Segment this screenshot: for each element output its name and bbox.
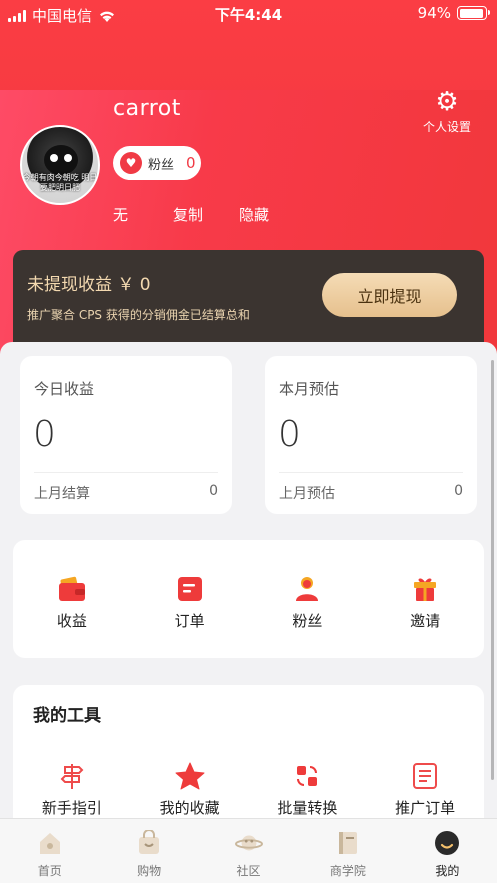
heart-icon: ♥ bbox=[120, 152, 142, 174]
quick-menu-card: 收益 订单 粉丝 邀请 bbox=[13, 540, 484, 658]
stat-foot-value: 0 bbox=[454, 483, 463, 499]
withdraw-button[interactable]: 立即提现 bbox=[322, 273, 457, 317]
order-icon bbox=[175, 574, 205, 604]
tool-label: 推广订单 bbox=[395, 799, 456, 817]
scrollbar[interactable] bbox=[491, 360, 494, 780]
stat-foot-label: 上月预估 bbox=[279, 486, 335, 502]
main-content: 今日收益 0 上月结算 0 本月预估 0 上月预估 0 收益 订单 粉丝 邀请 … bbox=[0, 342, 497, 845]
settings-label: 个人设置 bbox=[422, 120, 471, 134]
tab-label: 我的 bbox=[435, 864, 460, 878]
shopping-bag-icon bbox=[135, 829, 163, 857]
stat-foot-label: 上月结算 bbox=[34, 486, 90, 502]
divider bbox=[34, 472, 218, 473]
stat-value: 0 bbox=[33, 414, 56, 455]
tab-academy[interactable]: 商学院 bbox=[298, 819, 397, 883]
tool-label: 新手指引 bbox=[41, 799, 102, 817]
battery-percent: 94% bbox=[417, 4, 451, 22]
tab-home[interactable]: 首页 bbox=[0, 819, 99, 883]
earnings-description: 推广聚合 CPS 获得的分销佣金已结算总和 bbox=[27, 308, 250, 322]
tab-shopping[interactable]: 购物 bbox=[99, 819, 198, 883]
copy-button[interactable]: 复制 bbox=[173, 204, 203, 225]
tool-guide[interactable]: 新手指引 bbox=[13, 761, 131, 818]
book-icon bbox=[334, 829, 362, 857]
fans-badge[interactable]: ♥ 粉丝 0 bbox=[113, 146, 201, 180]
username: carrot bbox=[113, 96, 181, 121]
tab-label: 首页 bbox=[37, 864, 62, 878]
tab-community[interactable]: 社区 bbox=[199, 819, 298, 883]
wallet-icon bbox=[57, 574, 87, 604]
gear-icon: ⚙ bbox=[435, 87, 459, 117]
battery-icon bbox=[457, 6, 490, 20]
stat-label: 本月预估 bbox=[279, 380, 340, 398]
gift-icon bbox=[410, 574, 440, 604]
fans-label: 粉丝 bbox=[148, 157, 175, 173]
menu-item-earnings[interactable]: 收益 bbox=[13, 574, 131, 631]
tool-favorites[interactable]: 我的收藏 bbox=[131, 761, 249, 818]
stat-value: 0 bbox=[278, 414, 301, 455]
earnings-banner: 未提现收益 ￥ 0 推广聚合 CPS 获得的分销佣金已结算总和 立即提现 bbox=[13, 250, 484, 350]
stat-label: 今日收益 bbox=[34, 380, 95, 398]
tab-label: 商学院 bbox=[329, 864, 366, 878]
signpost-icon bbox=[57, 761, 87, 791]
hide-button[interactable]: 隐藏 bbox=[239, 204, 269, 225]
status-bar: 中国电信 下午4:44 94% bbox=[0, 0, 497, 30]
document-icon bbox=[410, 761, 440, 791]
settings-button[interactable]: ⚙ 个人设置 bbox=[419, 88, 475, 135]
menu-item-label: 订单 bbox=[174, 612, 205, 630]
fans-icon bbox=[292, 574, 322, 604]
menu-item-label: 粉丝 bbox=[292, 612, 323, 630]
divider bbox=[279, 472, 463, 473]
avatar[interactable]: 今朝有肉今朝吃 明日要肥明日肥 bbox=[20, 125, 100, 205]
star-icon bbox=[175, 761, 205, 791]
tool-label: 批量转换 bbox=[277, 799, 338, 817]
month-estimate-card[interactable]: 本月预估 0 上月预估 0 bbox=[265, 356, 477, 514]
tools-title: 我的工具 bbox=[33, 706, 101, 726]
menu-item-invite[interactable]: 邀请 bbox=[366, 574, 484, 631]
profile-icon bbox=[433, 829, 461, 857]
tool-promo-orders[interactable]: 推广订单 bbox=[366, 761, 484, 818]
unwithdrawn-earnings: 未提现收益 ￥ 0 bbox=[27, 275, 151, 295]
bottom-tab-bar: 首页 购物 社区 商学院 我的 bbox=[0, 818, 497, 883]
tab-label: 社区 bbox=[236, 864, 261, 878]
avatar-caption: 今朝有肉今朝吃 明日要肥明日肥 bbox=[22, 173, 98, 192]
tab-mine[interactable]: 我的 bbox=[398, 819, 497, 883]
tab-label: 购物 bbox=[137, 864, 162, 878]
tool-batch-convert[interactable]: 批量转换 bbox=[249, 761, 367, 818]
menu-item-orders[interactable]: 订单 bbox=[131, 574, 249, 631]
invite-code-text: 无 bbox=[113, 206, 129, 224]
menu-item-label: 邀请 bbox=[410, 612, 441, 630]
menu-item-label: 收益 bbox=[56, 612, 87, 630]
planet-icon bbox=[234, 829, 263, 857]
home-icon bbox=[36, 829, 64, 857]
today-earnings-card[interactable]: 今日收益 0 上月结算 0 bbox=[20, 356, 232, 514]
tool-label: 我的收藏 bbox=[159, 799, 220, 817]
convert-icon bbox=[292, 761, 322, 791]
fans-count: 0 bbox=[186, 154, 196, 172]
stat-foot-value: 0 bbox=[209, 483, 218, 499]
menu-item-fans[interactable]: 粉丝 bbox=[249, 574, 367, 631]
